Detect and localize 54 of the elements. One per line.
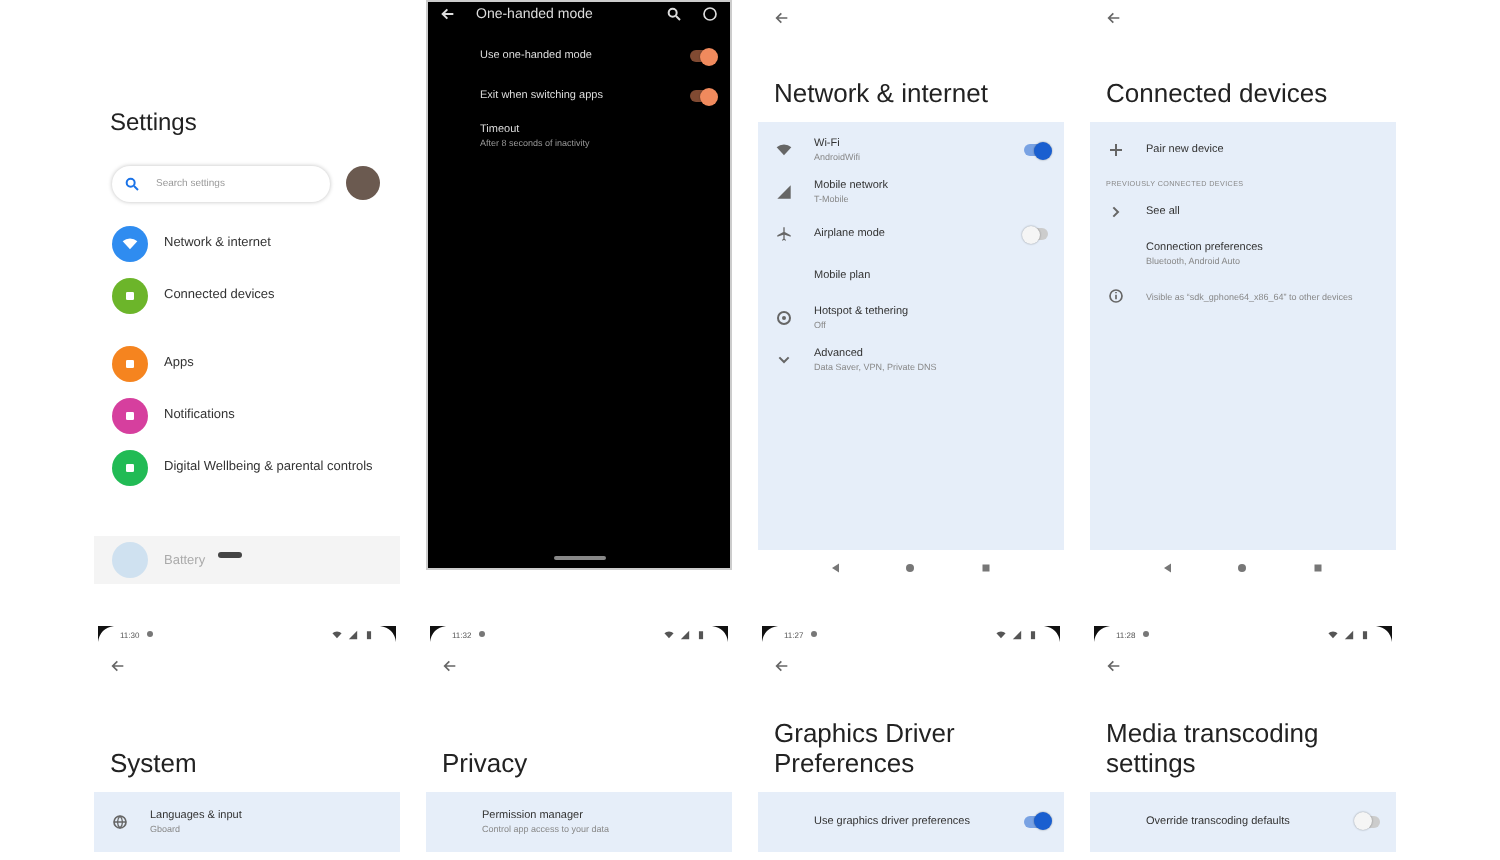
signal-icon: [348, 629, 358, 639]
signal-icon: [1344, 629, 1354, 639]
airplane-icon: [776, 226, 792, 243]
toggle-switch[interactable]: [1024, 228, 1048, 241]
battery-icon: [364, 629, 374, 639]
recents-icon[interactable]: [980, 561, 993, 573]
back-icon[interactable]: [1161, 561, 1174, 573]
gesture-handle[interactable]: [553, 556, 605, 560]
chevron-down-icon: [776, 352, 792, 369]
signal-icon: [1012, 629, 1022, 639]
chevron-right-icon: [1108, 204, 1124, 221]
screen-title: Media transcoding settings: [1104, 720, 1321, 780]
screen-title: Settings: [108, 110, 199, 138]
globe-icon: [112, 813, 128, 829]
home-icon[interactable]: [904, 561, 917, 573]
screen-title: Privacy: [440, 750, 530, 780]
avatar[interactable]: [346, 166, 380, 201]
help-icon[interactable]: [702, 6, 718, 22]
search-icon[interactable]: [666, 6, 682, 22]
plus-icon: [1108, 142, 1124, 159]
screen-corner-mark: [1376, 626, 1392, 642]
info-icon: [1108, 288, 1124, 305]
screen-title: Connected devices: [1104, 80, 1330, 110]
back-icon[interactable]: [829, 561, 842, 573]
screen-title: Network & internet: [772, 80, 990, 110]
toggle-switch[interactable]: [690, 50, 714, 62]
battery-icon: [1028, 629, 1038, 639]
toggle-switch[interactable]: [1356, 815, 1380, 827]
screen-corner-mark: [1094, 626, 1110, 642]
toggle-switch[interactable]: [1024, 144, 1048, 157]
signal-icon: [680, 629, 690, 639]
search-icon: [124, 175, 140, 192]
wifi-icon: [1328, 629, 1338, 639]
screen-corner-mark: [1044, 626, 1060, 642]
wifi-icon: [332, 629, 342, 639]
signal-icon: [776, 184, 792, 201]
screen-corner-mark: [380, 626, 396, 642]
screen-corner-mark: [98, 626, 114, 642]
battery-icon: [1360, 629, 1370, 639]
screen-corner-mark: [712, 626, 728, 642]
wifi-icon: [996, 629, 1006, 639]
hotspot-icon: [776, 310, 792, 327]
wifi-icon: [776, 142, 792, 159]
home-icon[interactable]: [1236, 561, 1249, 573]
toggle-switch[interactable]: [1024, 815, 1048, 827]
recents-icon[interactable]: [1312, 561, 1325, 573]
battery-icon: [696, 629, 706, 639]
toggle-switch[interactable]: [690, 90, 714, 102]
screen-corner-mark: [762, 626, 778, 642]
screen-title: Graphics Driver Preferences: [772, 720, 957, 780]
wifi-icon: [664, 629, 674, 639]
gesture-handle[interactable]: [218, 552, 242, 558]
screen-title: System: [108, 750, 199, 780]
screen-corner-mark: [430, 626, 446, 642]
